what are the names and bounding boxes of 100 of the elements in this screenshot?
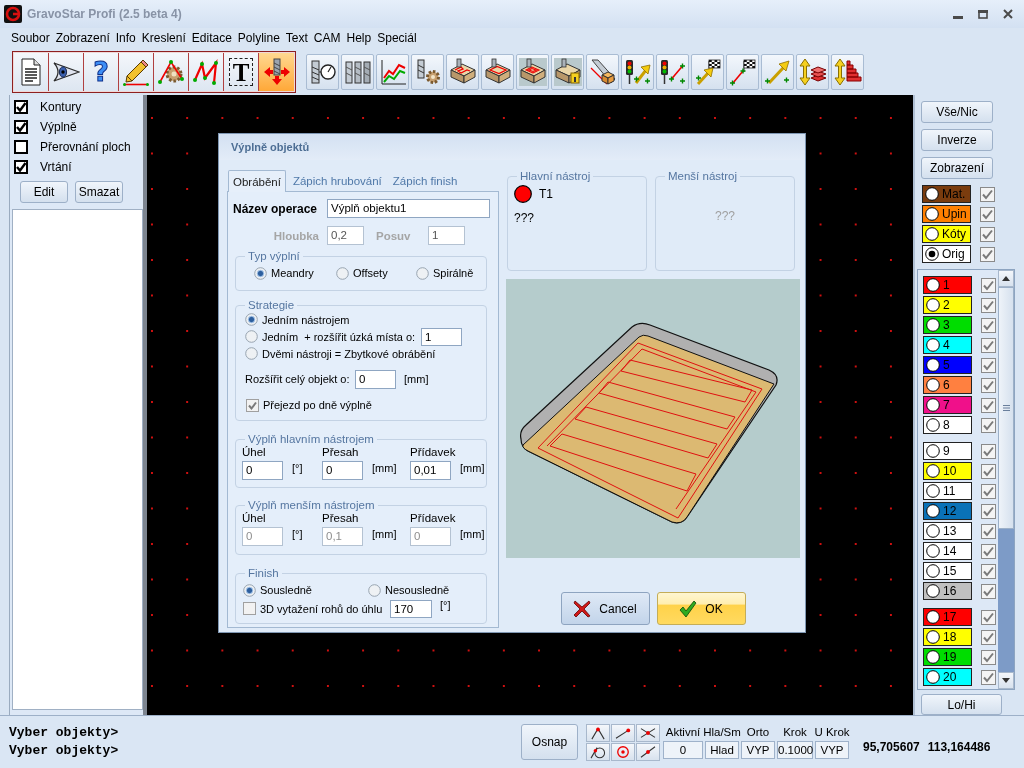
text-field[interactable]: 170 <box>390 599 432 618</box>
radio-option[interactable]: Sousledně <box>243 583 368 597</box>
panel-button[interactable]: Lo/Hi <box>921 694 1002 715</box>
menu-item[interactable]: Text <box>282 29 311 47</box>
scroll-down-button[interactable] <box>998 672 1014 689</box>
checkbox-icon[interactable] <box>981 357 996 373</box>
menu-item[interactable]: Soubor <box>8 29 53 47</box>
checkbox-icon[interactable] <box>980 246 995 262</box>
radio-option[interactable]: Jedním nástrojem <box>245 313 350 326</box>
layer-swatch[interactable]: 7 <box>923 396 972 414</box>
checkbox-icon[interactable] <box>980 226 995 242</box>
layer-swatch[interactable]: 13 <box>923 522 972 540</box>
panel-button[interactable]: Inverze <box>921 129 993 151</box>
checkbox-icon[interactable] <box>981 669 996 685</box>
toolbar-button[interactable] <box>551 53 584 90</box>
text-field[interactable]: 0 <box>355 369 396 389</box>
checkbox-icon[interactable] <box>980 186 995 202</box>
toolbar-button[interactable] <box>621 53 654 90</box>
cancel-button[interactable]: Cancel <box>560 592 650 625</box>
checkbox-icon[interactable] <box>981 317 996 333</box>
layer-swatch[interactable]: 10 <box>923 462 972 480</box>
layer-swatch[interactable]: 20 <box>923 668 972 686</box>
checkbox-icon[interactable] <box>981 397 996 413</box>
layer-swatch[interactable]: 19 <box>923 648 972 666</box>
checkbox-option[interactable]: 3D vytažení rohů do úhlu <box>243 602 390 615</box>
layer-swatch[interactable]: 2 <box>923 296 972 314</box>
toolbar-button[interactable] <box>831 53 864 90</box>
toolbar-button[interactable] <box>796 53 829 90</box>
radio-option[interactable]: Nesousledně <box>368 583 450 597</box>
checkbox-icon[interactable] <box>981 543 996 559</box>
checkbox-icon[interactable] <box>981 377 996 393</box>
toolbar-button[interactable] <box>516 53 549 90</box>
layer-swatch[interactable]: Orig <box>922 245 971 263</box>
text-field[interactable]: 1 <box>421 327 462 346</box>
checkbox-option[interactable]: Přejezd po dně výplně <box>246 398 372 412</box>
text-field[interactable]: 0 <box>242 461 283 480</box>
radio-option[interactable]: Dvěmi nástroji = Zbytkové obrábění <box>245 347 436 360</box>
snap-button[interactable] <box>636 723 660 742</box>
layer-swatch[interactable]: 11 <box>923 482 972 500</box>
layer-swatch[interactable]: 3 <box>923 316 972 334</box>
checkbox-icon[interactable] <box>981 523 996 539</box>
menu-item[interactable]: Zobrazení <box>52 29 113 47</box>
layer-swatch[interactable]: 17 <box>923 608 972 626</box>
layer-swatch[interactable]: 12 <box>923 502 972 520</box>
checkbox-icon[interactable] <box>981 503 996 519</box>
radio-option[interactable]: Jedním + rozšířit úzká místa o: <box>245 330 416 343</box>
menu-item[interactable]: Speciál <box>374 29 420 47</box>
checkbox-icon[interactable] <box>981 609 996 625</box>
checkbox-icon[interactable] <box>981 463 996 479</box>
checkbox-icon[interactable] <box>981 483 996 499</box>
snap-button[interactable] <box>611 742 635 761</box>
radio-option[interactable]: Meandry <box>254 266 336 280</box>
layer-swatch[interactable]: 8 <box>923 416 972 434</box>
ok-button[interactable]: OK <box>656 592 746 625</box>
checkbox-icon[interactable] <box>981 649 996 665</box>
checkbox-icon[interactable] <box>981 297 996 313</box>
layer-swatch[interactable]: 4 <box>923 336 972 354</box>
menu-item[interactable]: Polyline <box>234 29 283 47</box>
tab[interactable]: Obrábění <box>228 170 286 192</box>
tab[interactable]: Zápich hrubování <box>288 171 386 191</box>
snap-button[interactable] <box>611 723 635 742</box>
toolbar-button[interactable] <box>481 53 514 90</box>
layer-swatch[interactable]: 18 <box>923 628 972 646</box>
scrollbar-thumb[interactable] <box>998 287 1014 529</box>
radio-option[interactable]: Offsety <box>336 266 416 280</box>
layer-swatch[interactable]: Upin <box>922 205 971 223</box>
checkbox-icon[interactable] <box>981 629 996 645</box>
checkbox-icon[interactable] <box>981 563 996 579</box>
layer-swatch[interactable]: 14 <box>923 542 972 560</box>
toolbar-button[interactable] <box>586 53 619 90</box>
snap-button[interactable] <box>586 723 610 742</box>
osnap-button[interactable]: Osnap <box>521 724 578 760</box>
text-field[interactable]: Výplň objektu1 <box>327 199 490 218</box>
checkbox-icon[interactable] <box>980 206 995 222</box>
layer-swatch[interactable]: 16 <box>923 582 972 600</box>
checkbox-icon[interactable] <box>981 417 996 433</box>
menu-item[interactable]: Kreslení <box>138 29 189 47</box>
layer-swatch[interactable]: 1 <box>923 276 972 294</box>
panel-button[interactable]: Vše/Nic <box>921 101 993 123</box>
panel-button[interactable]: Smazat <box>75 181 123 203</box>
toolbar-button[interactable] <box>49 52 84 91</box>
panel-button[interactable]: Edit <box>20 181 68 203</box>
toolbar-button[interactable] <box>691 53 724 90</box>
snap-button[interactable] <box>636 742 660 761</box>
radio-option[interactable]: Spirálně <box>416 266 480 280</box>
layer-checkbox[interactable]: Vrtání <box>10 157 143 177</box>
toolbar-button[interactable] <box>119 52 154 91</box>
text-field[interactable]: 0,01 <box>410 461 451 480</box>
tab[interactable]: Zápich finish <box>388 171 462 191</box>
layer-checkbox[interactable]: Přerovnání ploch <box>10 137 143 157</box>
checkbox-icon[interactable] <box>981 277 996 293</box>
layer-checkbox[interactable]: Výplně <box>10 117 143 137</box>
toolbar-button[interactable] <box>306 53 339 90</box>
menu-item[interactable]: CAM <box>310 29 344 47</box>
toolbar-button[interactable] <box>726 53 759 90</box>
menu-item[interactable]: Editace <box>188 29 235 47</box>
layer-swatch[interactable]: 15 <box>923 562 972 580</box>
checkbox-icon[interactable] <box>981 583 996 599</box>
panel-button[interactable]: Zobrazení <box>921 157 993 179</box>
snap-button[interactable] <box>586 742 610 761</box>
